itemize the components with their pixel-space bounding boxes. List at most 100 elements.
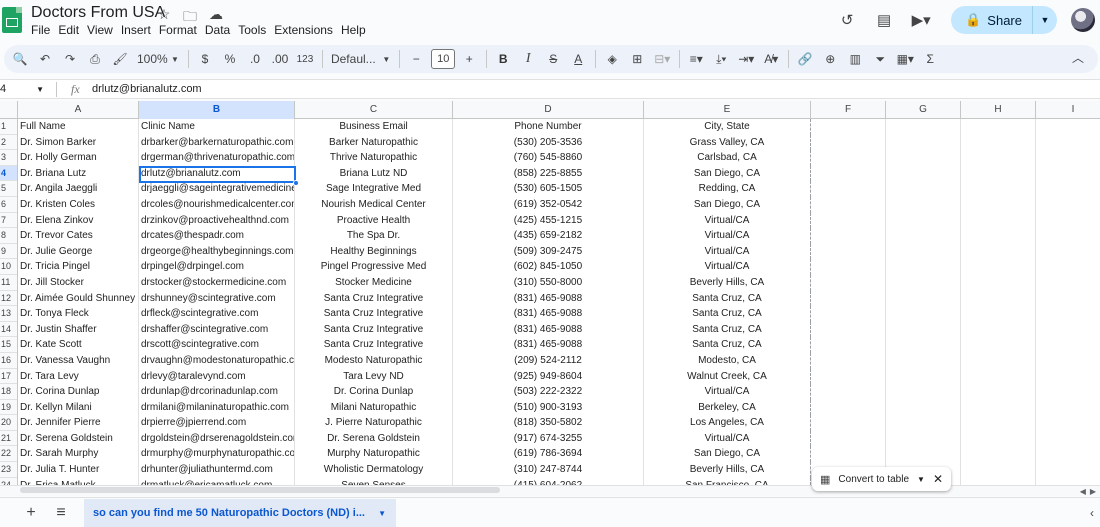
cell-e[interactable]: San Diego, CA bbox=[644, 446, 811, 463]
column-header-f[interactable]: F bbox=[811, 101, 886, 119]
cell-d[interactable]: (818) 350-5802 bbox=[453, 415, 644, 431]
row-header[interactable]: 13 bbox=[0, 306, 17, 322]
column-header-h[interactable]: H bbox=[961, 101, 1036, 119]
cell-d[interactable]: (209) 524-2112 bbox=[453, 352, 644, 369]
cell-e[interactable]: Santa Cruz, CA bbox=[644, 337, 811, 353]
sheet-grid[interactable]: A B C D E F G H I 1 2 3 4 5 6 7 8 9 10 11 12 13 14 15 1… bbox=[0, 101, 1100, 485]
row-header[interactable]: 10 bbox=[0, 259, 17, 275]
cell-d[interactable]: (619) 786-3694 bbox=[453, 446, 644, 463]
cell-b[interactable]: drgerman@thrivenaturopathic.com bbox=[139, 150, 295, 166]
cell-c[interactable]: Tara Levy ND bbox=[295, 368, 453, 385]
cell-i[interactable] bbox=[1036, 181, 1100, 197]
cell-b[interactable]: drstocker@stockermedicine.com bbox=[139, 274, 295, 291]
cell-b[interactable]: drmatluck@ericamatluck.com bbox=[139, 477, 295, 485]
horizontal-align-icon[interactable]: ≡▾ bbox=[686, 48, 706, 70]
cell-e[interactable]: Los Angeles, CA bbox=[644, 415, 811, 431]
cell-h[interactable] bbox=[961, 259, 1036, 275]
cell-h[interactable] bbox=[961, 306, 1036, 322]
cell-f[interactable] bbox=[811, 119, 886, 135]
insert-comment-icon[interactable]: ⊕ bbox=[820, 48, 840, 70]
cell-g[interactable] bbox=[886, 165, 961, 182]
cell-e[interactable]: City, State bbox=[644, 119, 811, 135]
cell-c[interactable]: Murphy Naturopathic bbox=[295, 446, 453, 463]
cell-e[interactable]: San Diego, CA bbox=[644, 165, 811, 182]
row-header[interactable]: 2 bbox=[0, 135, 17, 151]
version-history-icon[interactable]: ↺ bbox=[836, 9, 858, 31]
cell-a[interactable]: Dr. Corina Dunlap bbox=[18, 384, 139, 400]
cell-b[interactable]: drlevy@taralevynd.com bbox=[139, 368, 295, 385]
cell-c[interactable]: Milani Naturopathic bbox=[295, 399, 453, 416]
column-header-a[interactable]: A bbox=[18, 101, 139, 119]
cell-a[interactable]: Dr. Erica Matluck bbox=[18, 477, 139, 485]
cell-h[interactable] bbox=[961, 274, 1036, 291]
cell-c[interactable]: Santa Cruz Integrative bbox=[295, 321, 453, 338]
row-header[interactable]: 7 bbox=[0, 213, 17, 229]
cell-i[interactable] bbox=[1036, 259, 1100, 275]
cell-h[interactable] bbox=[961, 462, 1036, 478]
cell-c[interactable]: Dr. Serena Goldstein bbox=[295, 430, 453, 447]
cell-g[interactable] bbox=[886, 243, 961, 260]
cell-h[interactable] bbox=[961, 384, 1036, 400]
cell-g[interactable] bbox=[886, 430, 961, 447]
cell-i[interactable] bbox=[1036, 150, 1100, 166]
cell-b[interactable]: drpierre@jpierrend.com bbox=[139, 415, 295, 431]
row-header[interactable]: 12 bbox=[0, 291, 17, 307]
cell-e[interactable]: Virtual/CA bbox=[644, 430, 811, 447]
cell-b[interactable]: drdunlap@drcorinadunlap.com bbox=[139, 384, 295, 400]
cell-i[interactable] bbox=[1036, 275, 1100, 291]
cell-a[interactable]: Dr. Justin Shaffer bbox=[18, 321, 139, 338]
cell-b[interactable]: drlutz@brianalutz.com bbox=[139, 165, 295, 182]
cell-b[interactable]: drzinkov@proactivehealthnd.com bbox=[139, 212, 295, 229]
cell-e[interactable]: Santa Cruz, CA bbox=[644, 290, 811, 307]
cell-b[interactable]: drshaffer@scintegrative.com bbox=[139, 321, 295, 338]
cell-i[interactable] bbox=[1036, 197, 1100, 213]
cell-e[interactable]: Berkeley, CA bbox=[644, 399, 811, 416]
row-header[interactable]: 3 bbox=[0, 150, 17, 166]
collapse-toolbar-icon[interactable]: ︿ bbox=[1072, 49, 1084, 66]
cell-c[interactable]: Healthy Beginnings bbox=[295, 243, 453, 260]
functions-button[interactable]: Σ bbox=[920, 48, 940, 70]
cell-b[interactable]: drhunter@juliathuntermd.com bbox=[139, 462, 295, 478]
cell-e[interactable]: Carlsbad, CA bbox=[644, 150, 811, 166]
cell-f[interactable] bbox=[811, 321, 886, 338]
cell-a[interactable]: Dr. Elena Zinkov bbox=[18, 212, 139, 229]
increase-decimal-button[interactable]: .00 bbox=[270, 48, 290, 70]
cell-d[interactable]: (831) 465-9088 bbox=[453, 306, 644, 322]
fill-color-icon[interactable]: ◈ bbox=[602, 48, 622, 70]
cell-a[interactable]: Dr. Simon Barker bbox=[18, 134, 139, 151]
cell-i[interactable] bbox=[1036, 322, 1100, 338]
cell-a[interactable]: Dr. Tonya Fleck bbox=[18, 306, 139, 322]
cell-d[interactable]: (602) 845-1050 bbox=[453, 259, 644, 275]
cell-c[interactable]: Stocker Medicine bbox=[295, 274, 453, 291]
decrease-font-size-button[interactable]: − bbox=[406, 48, 426, 70]
cell-e[interactable]: Santa Cruz, CA bbox=[644, 321, 811, 338]
cell-i[interactable] bbox=[1036, 415, 1100, 431]
cell-d[interactable]: (530) 605-1505 bbox=[453, 181, 644, 197]
cell-a[interactable]: Dr. Trevor Cates bbox=[18, 228, 139, 244]
cell-h[interactable] bbox=[961, 337, 1036, 353]
formula-input[interactable]: drlutz@brianalutz.com bbox=[80, 83, 202, 95]
cell-c[interactable]: Sage Integrative Med bbox=[295, 181, 453, 197]
cell-c[interactable]: Santa Cruz Integrative bbox=[295, 337, 453, 353]
cell-b[interactable]: drgoldstein@drserenagoldstein.cor bbox=[139, 430, 295, 447]
row-header[interactable]: 22 bbox=[0, 446, 17, 463]
cell-g[interactable] bbox=[886, 337, 961, 353]
cell-a[interactable]: Dr. Holly German bbox=[18, 150, 139, 166]
cell-d[interactable]: (831) 465-9088 bbox=[453, 290, 644, 307]
cell-h[interactable] bbox=[961, 212, 1036, 229]
row-header[interactable]: 17 bbox=[0, 369, 17, 385]
cell-e[interactable]: Beverly Hills, CA bbox=[644, 462, 811, 478]
print-icon[interactable]: ⎙ bbox=[85, 48, 105, 70]
cell-d[interactable]: (310) 550-8000 bbox=[453, 274, 644, 291]
cell-f[interactable] bbox=[811, 352, 886, 369]
cell-e[interactable]: Virtual/CA bbox=[644, 212, 811, 229]
document-title[interactable]: Doctors From USA bbox=[31, 4, 165, 22]
column-header-e[interactable]: E bbox=[644, 101, 811, 119]
cell-a[interactable]: Dr. Kristen Coles bbox=[18, 196, 139, 213]
horizontal-scrollbar-thumb[interactable] bbox=[20, 487, 500, 493]
comments-icon[interactable]: ▤ bbox=[873, 9, 895, 31]
cell-c[interactable]: Pingel Progressive Med bbox=[295, 259, 453, 275]
text-rotation-icon[interactable]: A̸▾ bbox=[761, 48, 781, 70]
cell-f[interactable] bbox=[811, 306, 886, 322]
cell-g[interactable] bbox=[886, 352, 961, 369]
